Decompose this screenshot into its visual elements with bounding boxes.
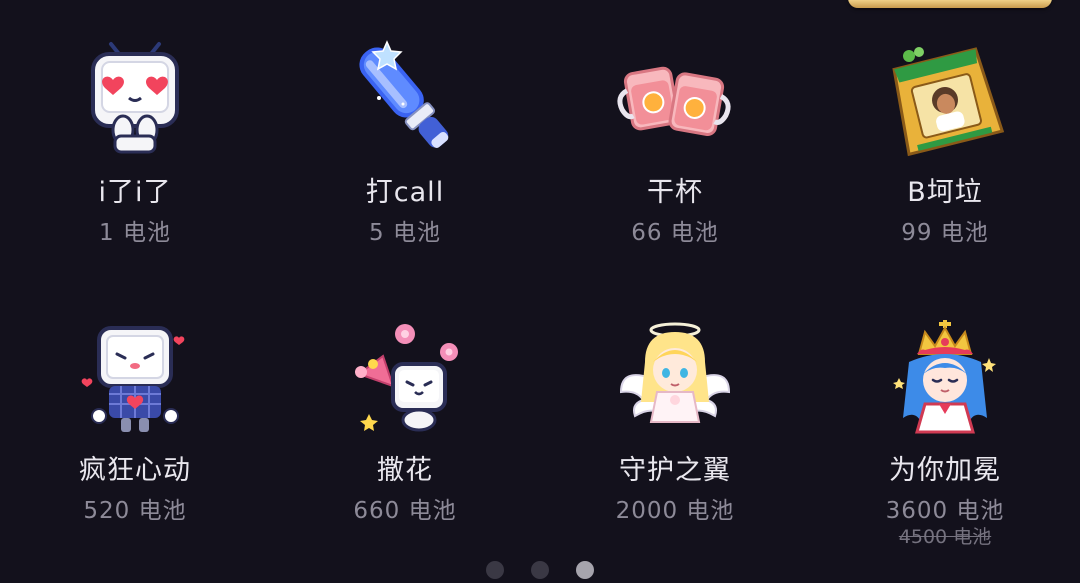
gift-item-4[interactable]: B坷垃 99 电池 [810,0,1080,250]
page-indicator [0,561,1080,581]
gift-item-7[interactable]: 守护之翼 2000 电池 [540,278,810,528]
gift-item-8[interactable]: 为你加冕 3600 电池 4500 电池 [810,278,1080,548]
gift-price: 660 电池 [353,498,457,524]
gift-name: B坷垃 [907,177,983,208]
gift-name: 干杯 [647,177,703,208]
angel-wings-icon [619,322,731,423]
gift-name: 为你加冕 [889,455,1001,486]
tv-flowers-icon [355,324,458,432]
gift-original-price: 4500 电池 [898,526,992,548]
gift-price: 99 电池 [901,220,989,246]
gift-item-6[interactable]: 撒花 660 电池 [270,278,540,528]
gift-item-3[interactable]: 干杯 66 电池 [540,0,810,250]
cheers-mugs-icon [617,66,731,137]
gift-name: 撒花 [377,455,433,486]
crown-girl-icon [893,320,996,434]
page-dot-1[interactable] [485,561,504,579]
page-dot-2[interactable] [531,561,549,579]
gift-item-2[interactable]: 打call 5 电池 [270,0,540,250]
gift-item-5[interactable]: 疯狂心动 520 电池 [0,278,270,528]
gift-item-1[interactable]: i了i了 1 电池 [0,0,270,250]
gift-grid: i了i了 1 电池 打call 5 电池 干杯 66 电池 B坷垃 99 电池 … [0,0,1080,583]
gift-price: 5 电池 [369,220,441,246]
gift-price: 3600 电池 [885,498,1005,524]
gift-price: 2000 电池 [615,498,735,524]
glowstick-icon [359,40,449,148]
gift-price: 520 电池 [83,498,187,524]
page-dot-3-active[interactable] [576,561,595,579]
gift-price: 1 电池 [99,220,171,246]
gift-name: 疯狂心动 [79,455,191,486]
tv-heart-eyes-icon [91,42,179,154]
gift-name: 守护之翼 [619,455,731,486]
gift-price: 66 电池 [631,220,719,246]
fertilizer-bag-icon [892,47,1005,157]
gift-name: i了i了 [98,177,172,208]
tv-heart-pixel-icon [81,326,185,432]
gift-name: 打call [365,177,445,208]
